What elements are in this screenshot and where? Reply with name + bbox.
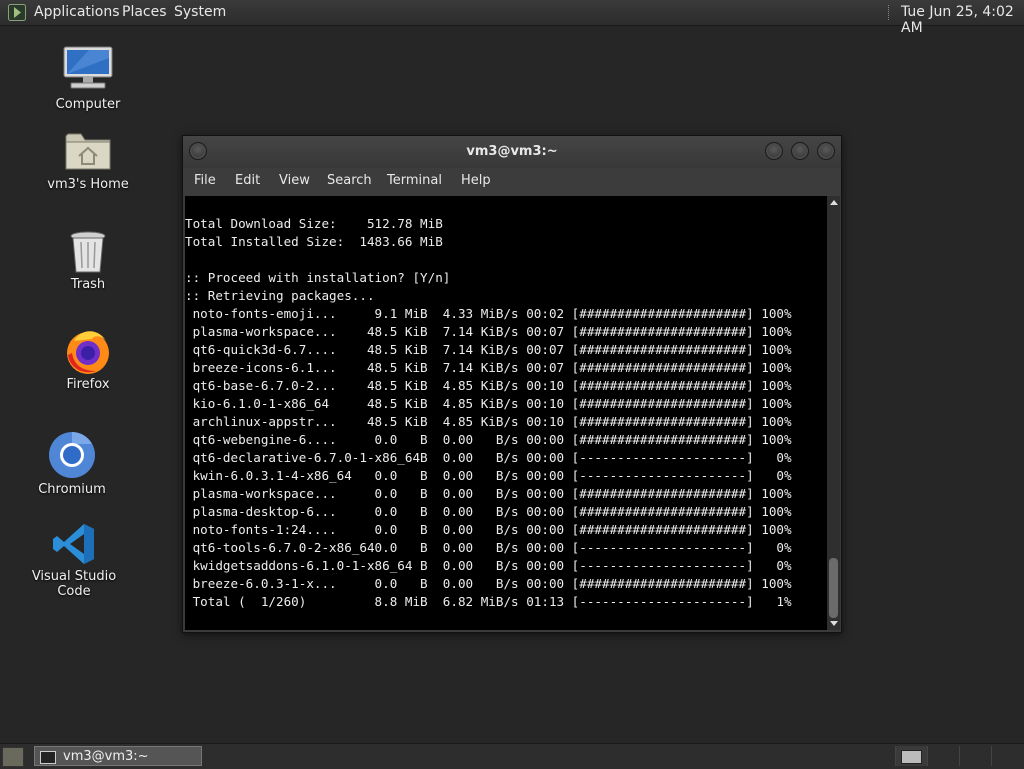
terminal-text: Total Download Size: 512.78 MiB Total In…: [185, 216, 792, 609]
clock[interactable]: Tue Jun 25, 4:02 AM: [901, 4, 1024, 36]
maximize-button[interactable]: [791, 142, 809, 160]
menu-file[interactable]: File: [194, 173, 216, 188]
menu-search[interactable]: Search: [327, 173, 372, 188]
desktop-icon-label: Firefox: [66, 377, 110, 392]
minimize-button[interactable]: [765, 142, 783, 160]
desktop-icon-label: Visual Studio Code: [31, 569, 117, 599]
show-desktop-icon[interactable]: [2, 747, 24, 767]
chromium-icon: [49, 432, 95, 478]
menu-applications[interactable]: Applications: [34, 4, 120, 20]
menu-view[interactable]: View: [279, 173, 310, 188]
desktop-icon-firefox[interactable]: Firefox: [33, 325, 143, 395]
menu-terminal[interactable]: Terminal: [387, 173, 442, 188]
desktop-icon-chromium[interactable]: Chromium: [17, 430, 127, 498]
desktop-icon-label: Computer: [55, 97, 121, 112]
scrollbar-thumb[interactable]: [829, 558, 838, 618]
desktop-icon-vscode[interactable]: Visual Studio Code: [19, 520, 129, 599]
scroll-down-arrow-icon[interactable]: [830, 621, 838, 626]
panel-separator: [888, 5, 891, 20]
workspace-2[interactable]: [927, 746, 959, 766]
top-panel: Applications Places System Tue Jun 25, 4…: [0, 0, 1024, 36]
computer-icon: [63, 46, 113, 89]
workspace-1[interactable]: [895, 746, 927, 766]
desktop-icon-label: vm3's Home: [47, 177, 129, 192]
bottom-panel: vm3@vm3:~: [0, 743, 1024, 769]
menu-places[interactable]: Places: [122, 4, 167, 20]
menu-system[interactable]: System: [174, 4, 226, 20]
menu-help[interactable]: Help: [461, 173, 491, 188]
menu-edit[interactable]: Edit: [235, 173, 260, 188]
home-folder-icon: [65, 133, 111, 170]
terminal-output[interactable]: Total Download Size: 512.78 MiB Total In…: [185, 196, 827, 630]
scroll-up-arrow-icon[interactable]: [830, 200, 838, 205]
firefox-icon: [67, 331, 109, 374]
desktop-icon-computer[interactable]: Computer: [33, 44, 143, 116]
terminal-scrollbar[interactable]: [827, 196, 840, 630]
vscode-icon: [53, 524, 94, 564]
workspace-4[interactable]: [991, 746, 1023, 766]
desktop-icon-trash[interactable]: Trash: [33, 228, 143, 294]
workspace-window-preview: [901, 750, 922, 764]
desktop-icon-label: Chromium: [38, 482, 106, 497]
taskbar-item-label: vm3@vm3:~: [63, 749, 149, 764]
terminal-icon: [40, 751, 56, 764]
terminal-window[interactable]: vm3@vm3:~ File Edit View Search Terminal…: [182, 135, 842, 633]
title-bar[interactable]: vm3@vm3:~: [183, 136, 841, 168]
window-title: vm3@vm3:~: [466, 144, 558, 159]
trash-icon: [70, 231, 106, 273]
desktop-icon-label: Trash: [70, 277, 106, 292]
applications-logo-icon[interactable]: [8, 4, 26, 21]
terminal-menu-bar: File Edit View Search Terminal Help: [183, 168, 841, 196]
taskbar-item-terminal[interactable]: vm3@vm3:~: [34, 746, 202, 766]
workspace-3[interactable]: [959, 746, 991, 766]
desktop-icon-home[interactable]: vm3's Home: [33, 128, 143, 196]
close-button[interactable]: [817, 142, 835, 160]
